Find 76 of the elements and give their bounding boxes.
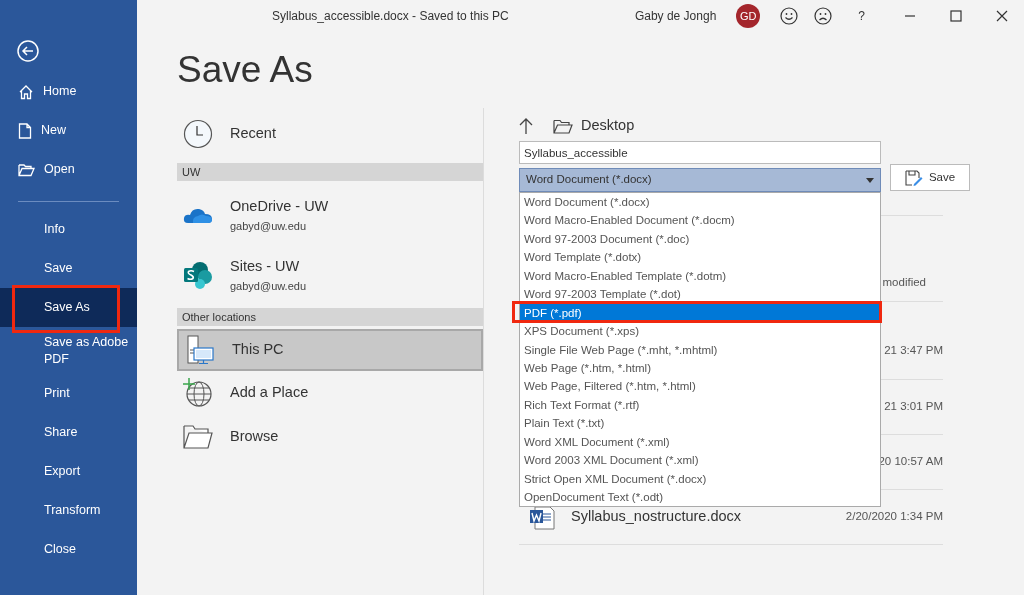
sidebar-item[interactable]: Print [0, 374, 137, 413]
location-item[interactable]: Sites - UW gabyd@uw.edu [177, 249, 483, 301]
account-email: gabyd@uw.edu [230, 218, 307, 234]
help-button[interactable]: ? [858, 7, 865, 25]
close-icon[interactable] [996, 10, 1008, 22]
sidebar-item[interactable]: Save [0, 249, 137, 288]
sidebar-item[interactable]: Close [0, 530, 137, 569]
user-avatar[interactable]: GD [736, 4, 761, 28]
user-name: Gaby de Jongh [634, 8, 717, 25]
window-title: Syllabus_accessible.docx - Saved to this PC [272, 8, 510, 25]
sidebar-item[interactable]: Home [0, 72, 137, 111]
column-header[interactable]: modified [882, 273, 926, 291]
dropdown-option[interactable]: Word Document (*.docx) [520, 193, 880, 212]
floppy-icon [904, 169, 923, 186]
clock-icon [183, 119, 213, 149]
globe-icon [183, 378, 213, 408]
location-name: Add a Place [230, 383, 309, 403]
file-name-field[interactable]: Syllabus_accessible [519, 141, 881, 164]
dropdown-option[interactable]: XPS Document (*.xps) [520, 322, 880, 341]
dropdown-option[interactable]: Web Page, Filtered (*.htm, *.html) [520, 377, 880, 396]
dropdown-option[interactable]: Word Macro-Enabled Template (*.dotm) [520, 266, 880, 286]
dropdown-option[interactable]: Word 97-2003 Template (*.dot) [520, 285, 880, 304]
location-name: Recent [230, 124, 276, 144]
dropdown-option[interactable]: Word 97-2003 Document (*.doc) [520, 229, 880, 249]
file-name[interactable]: Syllabus_nostructure.docx [571, 506, 742, 528]
sharepoint-icon [183, 260, 213, 290]
sidebar-item[interactable]: Transform [0, 491, 137, 530]
folder-icon [183, 424, 213, 450]
sidebar-item[interactable]: Info [0, 210, 137, 249]
folder-name[interactable]: Desktop [581, 115, 635, 137]
home-icon [18, 83, 34, 100]
sidebar-item[interactable]: New [0, 111, 137, 150]
location-item[interactable]: This PC [177, 329, 483, 371]
frown-icon[interactable] [814, 7, 833, 25]
sidebar-item[interactable]: Save as Adobe PDF [0, 327, 137, 374]
save-button[interactable]: Save [890, 164, 970, 191]
sidebar-item[interactable]: Open [0, 150, 137, 189]
file-type-dropdown[interactable]: Word Document (*.docx) [519, 168, 881, 192]
document-icon [18, 122, 32, 139]
section-header: Other locations [177, 308, 483, 326]
account-email: gabyd@uw.edu [230, 278, 306, 294]
location-item[interactable]: Browse [177, 415, 483, 459]
dropdown-option[interactable]: Word Template (*.dotx) [520, 248, 880, 267]
folder-icon [18, 162, 35, 177]
folder-icon [553, 118, 573, 134]
dropdown-option[interactable]: Rich Text Format (*.rtf) [520, 395, 880, 415]
file-date: 21 3:01 PM [884, 399, 943, 415]
back-icon[interactable] [17, 40, 39, 62]
dropdown-option[interactable]: Word Macro-Enabled Document (*.docm) [520, 211, 880, 230]
sidebar-item[interactable]: Save As [0, 288, 137, 327]
dropdown-option[interactable]: OpenDocument Text (*.odt) [520, 488, 880, 507]
up-arrow-icon[interactable] [519, 117, 533, 135]
section-header: UW [177, 163, 483, 181]
location-item[interactable]: Recent [177, 112, 483, 156]
location-name: OneDrive - UW [230, 196, 329, 216]
location-item[interactable]: Add a Place [177, 371, 483, 415]
caret-icon [866, 177, 874, 183]
dropdown-option[interactable]: Strict Open XML Document (*.docx) [520, 469, 880, 488]
word-document-icon[interactable] [529, 504, 555, 530]
file-date: 2/20/2020 1:34 PM [845, 509, 943, 525]
dropdown-option[interactable]: Word XML Document (*.xml) [520, 432, 880, 452]
dropdown-option[interactable]: Web Page (*.htm, *.html) [520, 358, 880, 378]
dropdown-option[interactable]: Word 2003 XML Document (*.xml) [520, 451, 880, 470]
sidebar-item[interactable]: Export [0, 452, 137, 491]
page-title: Save As [177, 48, 314, 92]
location-name: This PC [232, 340, 284, 360]
file-date: 21 3:47 PM [884, 342, 943, 358]
dropdown-option[interactable]: Plain Text (*.txt) [520, 414, 880, 433]
smile-icon[interactable] [780, 7, 799, 25]
sidebar-item[interactable]: Share [0, 413, 137, 452]
location-item[interactable]: OneDrive - UW gabyd@uw.edu [177, 189, 483, 241]
location-name: Sites - UW [230, 256, 301, 276]
maximize-icon[interactable] [950, 10, 962, 22]
location-name: Browse [230, 427, 279, 447]
computer-icon [185, 335, 215, 365]
dropdown-option[interactable]: Single File Web Page (*.mht, *.mhtml) [520, 340, 880, 359]
